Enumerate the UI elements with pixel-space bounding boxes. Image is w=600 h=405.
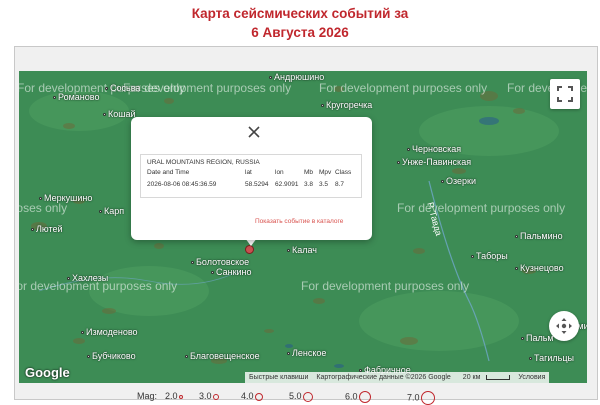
watermark-text: For development purposes only [19, 201, 68, 215]
town-label: Карп [99, 206, 124, 216]
page-title-line1: Карта сейсмических событий за [191, 6, 409, 21]
town-label: Хахлезы [67, 273, 108, 283]
page-title: Карта сейсмических событий за 6 Августа … [0, 4, 600, 42]
town-label: Измоденово [81, 327, 138, 337]
magnitude-item: 7.0 [407, 391, 435, 405]
town-label: Лютей [31, 224, 63, 234]
header-datetime: Date and Time [147, 169, 190, 176]
town-label: Андрюшино [269, 72, 324, 82]
town-label: Романово [53, 92, 99, 102]
town-label: Калач [287, 245, 317, 255]
fullscreen-button[interactable] [550, 79, 580, 109]
watermark-text: For development purposes only [397, 201, 566, 215]
value-lat: 58.5294 [245, 181, 269, 188]
value-datetime: 2026-08-06 08:45:36.59 [147, 181, 217, 188]
town-label: Кругоречка [321, 100, 372, 110]
earthquake-marker[interactable] [245, 245, 254, 254]
town-label: Унже-Павинская [397, 157, 471, 167]
town-label: Бубчиково [87, 351, 136, 361]
move-icon [556, 318, 572, 334]
keyboard-shortcuts-link[interactable]: Быстрые клавиши [245, 374, 312, 381]
header-mpv: Mpv [319, 169, 332, 176]
town-label: Санкино [211, 267, 252, 277]
town-label: Болотовское [191, 257, 249, 267]
town-label: Озерки [441, 176, 476, 186]
map-data-text: Картографические данные ©2026 Google [316, 374, 451, 381]
header-mb: Mb [304, 169, 314, 176]
town-label: Черновская [407, 144, 461, 154]
scale-bar[interactable]: 20 км [455, 374, 515, 381]
event-info-table: URAL MOUNTAINS REGION, RUSSIA Date and T… [140, 154, 362, 198]
town-label: Тагильцы [529, 353, 574, 363]
map-canvas[interactable]: For development purposes only For develo… [19, 71, 587, 383]
magnitude-item: 6.0 [345, 391, 371, 403]
map-attribution: Быстрые клавиши Картографические данные … [245, 372, 550, 383]
town-label: Меркушино [39, 193, 92, 203]
town-label: Пальмино [515, 231, 563, 241]
watermark-text: For development purposes only [301, 279, 470, 293]
magnitude-legend: Mag: 2.0 3.0 4.0 5.0 6.0 7.0 [19, 386, 587, 405]
header-class: Class [335, 169, 352, 176]
google-logo: Google [25, 365, 70, 380]
fullscreen-icon [557, 86, 573, 102]
value-lon: 62.9091 [275, 181, 299, 188]
town-label: Пальм [521, 333, 554, 343]
magnitude-item: 5.0 [289, 391, 313, 402]
page-title-line2: 6 Августа 2026 [251, 25, 349, 40]
event-region: URAL MOUNTAINS REGION, RUSSIA [147, 159, 260, 166]
map-pan-control[interactable] [549, 311, 579, 341]
event-popup: URAL MOUNTAINS REGION, RUSSIA Date and T… [131, 117, 372, 240]
terms-link[interactable]: Условия [514, 374, 549, 381]
town-label: Кошай [103, 109, 136, 119]
town-label: Ленское [287, 348, 326, 358]
header-lon: lon [275, 169, 284, 176]
close-icon[interactable] [247, 125, 261, 139]
value-mpv: 3.5 [319, 181, 329, 188]
watermark-text: For development purposes only [123, 81, 292, 95]
town-label: Кузнецово [515, 263, 564, 273]
town-label: Таборы [471, 251, 508, 261]
town-label: Сосьва [105, 83, 140, 93]
value-mb: 3.8 [304, 181, 314, 188]
watermark-text: For development purposes only [319, 81, 488, 95]
header-lat: lat [245, 169, 252, 176]
town-label: Благовещенское [185, 351, 260, 361]
show-in-catalog-link[interactable]: Показать событие в каталоге [255, 218, 343, 225]
value-class: 8.7 [335, 181, 345, 188]
